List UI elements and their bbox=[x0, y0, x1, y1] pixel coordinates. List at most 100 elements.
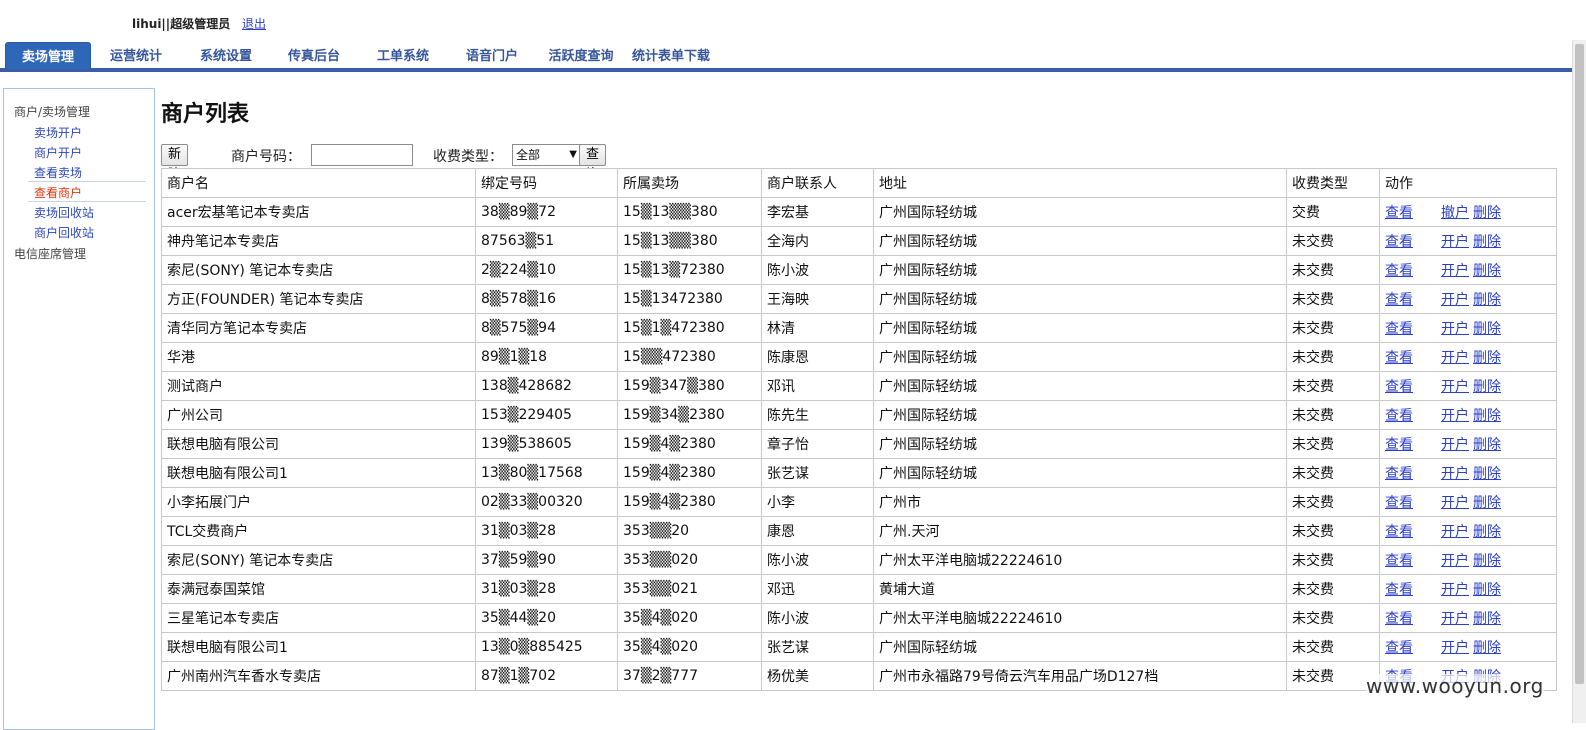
tab-activity-query[interactable]: 活跃度查询 bbox=[542, 42, 620, 68]
open-close-account-link[interactable]: 开户 bbox=[1441, 376, 1469, 396]
sidebar-divider bbox=[28, 181, 146, 182]
delete-link[interactable]: 删除 bbox=[1473, 321, 1501, 337]
table-row: 联想电脑有限公司1 13▒0▒885425 35▒4▒020 张艺谋 广州国际轻纺城 未交… bbox=[161, 632, 1557, 662]
delete-link[interactable]: 删除 bbox=[1473, 582, 1501, 598]
view-link[interactable]: 查看 bbox=[1385, 579, 1441, 599]
delete-link[interactable]: 删除 bbox=[1473, 205, 1501, 221]
delete-link[interactable]: 删除 bbox=[1473, 379, 1501, 395]
view-link[interactable]: 查看 bbox=[1385, 202, 1441, 222]
new-button[interactable]: 新建 bbox=[161, 144, 189, 182]
view-link[interactable]: 查看 bbox=[1385, 637, 1441, 657]
mall-cell: 353▒▒021 bbox=[617, 574, 762, 604]
view-link[interactable]: 查看 bbox=[1385, 434, 1441, 454]
fee-type-cell: 未交费 bbox=[1286, 429, 1380, 459]
delete-link[interactable]: 删除 bbox=[1473, 350, 1501, 366]
table-row: 清华同方笔记本专卖店 8▒575▒94 15▒1▒472380 林清 广州国际轻纺城 未交… bbox=[161, 313, 1557, 343]
open-close-account-link[interactable]: 开户 bbox=[1441, 492, 1469, 512]
open-close-account-link[interactable]: 开户 bbox=[1441, 231, 1469, 251]
tab-operations-stats[interactable]: 运营统计 bbox=[100, 42, 172, 68]
table-row: 索尼(SONY) 笔记本专卖店 37▒59▒90 353▒▒020 陈小波 广州太平洋电… bbox=[161, 545, 1557, 575]
merchant-name-cell: 联想电脑有限公司 bbox=[161, 429, 476, 459]
delete-link[interactable]: 删除 bbox=[1473, 437, 1501, 453]
main-nav: 卖场管理 运营统计 系统设置 传真后台 工单系统 语音门户 活跃度查询 统计表单… bbox=[0, 42, 1586, 72]
open-close-account-link[interactable]: 撤户 bbox=[1441, 202, 1469, 222]
delete-link[interactable]: 删除 bbox=[1473, 495, 1501, 511]
contact-cell: 章子怡 bbox=[761, 429, 874, 459]
contact-cell: 邓讯 bbox=[761, 371, 874, 401]
tab-stats-download[interactable]: 统计表单下载 bbox=[624, 42, 718, 68]
view-link[interactable]: 查看 bbox=[1385, 260, 1441, 280]
view-link[interactable]: 查看 bbox=[1385, 231, 1441, 251]
sidebar-item-merchant-recycle[interactable]: 商户回收站 bbox=[34, 224, 94, 241]
view-link[interactable]: 查看 bbox=[1385, 550, 1441, 570]
sidebar-item-view-merchants[interactable]: 查看商户 bbox=[34, 184, 82, 201]
view-link[interactable]: 查看 bbox=[1385, 318, 1441, 338]
address-cell: 广州国际轻纺城 bbox=[873, 226, 1287, 256]
delete-link[interactable]: 删除 bbox=[1473, 466, 1501, 482]
fee-type-cell: 未交费 bbox=[1286, 487, 1380, 517]
tab-ticket-system[interactable]: 工单系统 bbox=[367, 42, 439, 68]
view-link[interactable]: 查看 bbox=[1385, 608, 1441, 628]
view-link[interactable]: 查看 bbox=[1385, 347, 1441, 367]
contact-cell: 陈康恩 bbox=[761, 342, 874, 372]
contact-cell: 杨优美 bbox=[761, 661, 874, 691]
view-link[interactable]: 查看 bbox=[1385, 289, 1441, 309]
fee-type-select[interactable]: 全部 ▼ bbox=[512, 144, 581, 166]
open-close-account-link[interactable]: 开户 bbox=[1441, 579, 1469, 599]
view-link[interactable]: 查看 bbox=[1385, 492, 1441, 512]
view-link[interactable]: 查看 bbox=[1385, 463, 1441, 483]
mall-cell: 15▒13▒▒380 bbox=[617, 197, 762, 227]
mall-cell: 159▒34▒2380 bbox=[617, 400, 762, 430]
open-close-account-link[interactable]: 开户 bbox=[1441, 637, 1469, 657]
open-close-account-link[interactable]: 开户 bbox=[1441, 434, 1469, 454]
open-close-account-link[interactable]: 开户 bbox=[1441, 608, 1469, 628]
view-link[interactable]: 查看 bbox=[1385, 521, 1441, 541]
logout-link[interactable]: 退出 bbox=[242, 17, 266, 31]
view-link[interactable]: 查看 bbox=[1385, 405, 1441, 425]
sidebar-item-mall-open[interactable]: 卖场开户 bbox=[34, 124, 82, 141]
table-row: acer宏基笔记本专卖店 38▒89▒72 15▒13▒▒380 李宏基 广州国际轻纺城… bbox=[161, 197, 1557, 227]
open-close-account-link[interactable]: 开户 bbox=[1441, 405, 1469, 425]
bound-number-cell: 38▒89▒72 bbox=[475, 197, 618, 227]
fee-type-cell: 未交费 bbox=[1286, 226, 1380, 256]
table-row: TCL交费商户 31▒03▒28 353▒▒20 康恩 广州.天河 未交费 查看 开户 删除 bbox=[161, 516, 1557, 546]
scrollbar-thumb[interactable] bbox=[1575, 44, 1584, 684]
bound-number-cell: 13▒80▒17568 bbox=[475, 458, 618, 488]
merchant-name-cell: acer宏基笔记本专卖店 bbox=[161, 197, 476, 227]
actions-cell: 查看开户删除 bbox=[1379, 400, 1557, 430]
vertical-scrollbar[interactable] bbox=[1572, 40, 1586, 723]
delete-link[interactable]: 删除 bbox=[1473, 234, 1501, 250]
view-link[interactable]: 查看 bbox=[1385, 376, 1441, 396]
merchant-name-cell: 索尼(SONY) 笔记本专卖店 bbox=[161, 255, 476, 285]
open-close-account-link[interactable]: 开户 bbox=[1441, 318, 1469, 338]
query-button[interactable]: 查询 bbox=[579, 144, 607, 182]
delete-link[interactable]: 删除 bbox=[1473, 553, 1501, 569]
tab-voice-portal[interactable]: 语音门户 bbox=[456, 42, 528, 68]
fee-type-selected: 全部 bbox=[516, 148, 541, 162]
open-close-account-link[interactable]: 开户 bbox=[1441, 521, 1469, 541]
open-close-account-link[interactable]: 开户 bbox=[1441, 289, 1469, 309]
open-close-account-link[interactable]: 开户 bbox=[1441, 260, 1469, 280]
delete-link[interactable]: 删除 bbox=[1473, 263, 1501, 279]
open-close-account-link[interactable]: 开户 bbox=[1441, 550, 1469, 570]
delete-link[interactable]: 删除 bbox=[1473, 292, 1501, 308]
sidebar-section-telecom-seats[interactable]: 电信座席管理 bbox=[14, 245, 86, 262]
address-cell: 广州国际轻纺城 bbox=[873, 429, 1287, 459]
sidebar-item-mall-recycle[interactable]: 卖场回收站 bbox=[34, 204, 94, 221]
bound-number-cell: 89▒1▒18 bbox=[475, 342, 618, 372]
merchant-name-cell: 索尼(SONY) 笔记本专卖店 bbox=[161, 545, 476, 575]
sidebar-item-merchant-open[interactable]: 商户开户 bbox=[34, 144, 82, 161]
table-header-row: 商户名 绑定号码 所属卖场 商户联系人 地址 收费类型 动作 bbox=[161, 168, 1557, 198]
delete-link[interactable]: 删除 bbox=[1473, 640, 1501, 656]
tab-mall-management[interactable]: 卖场管理 bbox=[5, 42, 91, 69]
delete-link[interactable]: 删除 bbox=[1473, 524, 1501, 540]
sidebar-item-view-malls[interactable]: 查看卖场 bbox=[34, 164, 82, 181]
delete-link[interactable]: 删除 bbox=[1473, 408, 1501, 424]
delete-link[interactable]: 删除 bbox=[1473, 611, 1501, 627]
open-close-account-link[interactable]: 开户 bbox=[1441, 347, 1469, 367]
address-cell: 广州国际轻纺城 bbox=[873, 371, 1287, 401]
merchant-no-input[interactable] bbox=[311, 144, 413, 166]
tab-system-settings[interactable]: 系统设置 bbox=[190, 42, 262, 68]
open-close-account-link[interactable]: 开户 bbox=[1441, 463, 1469, 483]
tab-fax-backend[interactable]: 传真后台 bbox=[278, 42, 350, 68]
